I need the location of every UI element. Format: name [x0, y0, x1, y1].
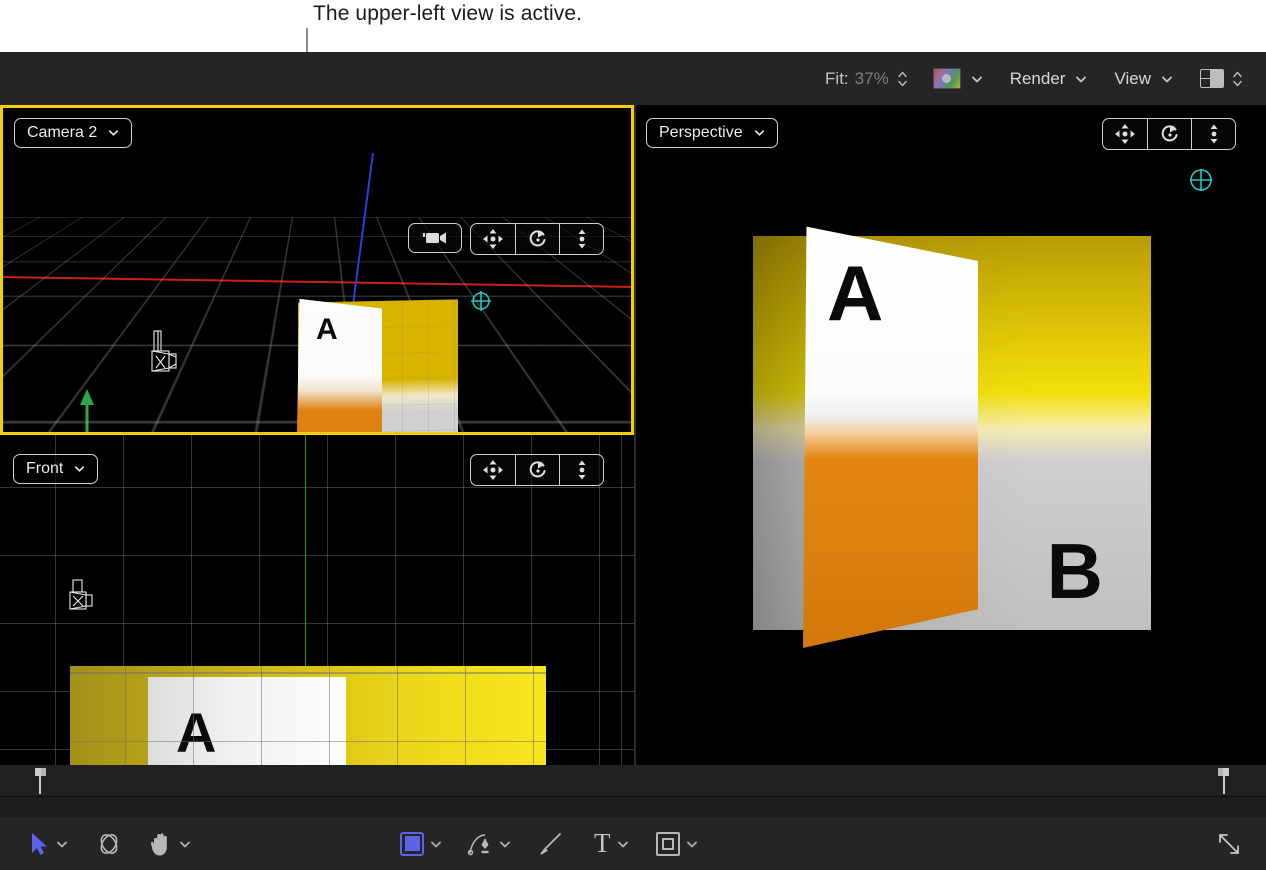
camera-wireframe-icon[interactable] — [66, 579, 96, 617]
front-view-label: Front — [26, 460, 63, 478]
bezier-pen-icon[interactable] — [467, 827, 493, 861]
dolly-tool-icon[interactable] — [559, 224, 603, 254]
3d-transform-icon[interactable] — [95, 827, 123, 861]
viewport-divider — [634, 105, 636, 765]
camera-wireframe-icon[interactable] — [148, 330, 180, 376]
plane-b-label: B — [420, 428, 442, 435]
shape-tool-chevron-down-icon[interactable] — [429, 837, 443, 851]
fit-control[interactable]: Fit: 37% — [825, 52, 909, 105]
rectangle-shape-icon[interactable] — [400, 832, 424, 856]
text-tool[interactable]: T — [594, 827, 611, 861]
text-tool-chevron-down-icon[interactable] — [616, 837, 630, 851]
dolly-tool-icon[interactable] — [559, 455, 603, 485]
pan-tool-icon[interactable] — [1103, 119, 1147, 149]
viewport-front[interactable]: A Front — [0, 435, 634, 765]
perspective-render-area: B A — [634, 105, 1266, 765]
view-menu[interactable]: View — [1114, 69, 1174, 89]
select-tool-chevron-down-icon[interactable] — [55, 837, 69, 851]
camera-2-navigation-tools[interactable] — [470, 223, 604, 255]
mask-tool-chevron-down-icon[interactable] — [685, 837, 699, 851]
axis-gizmo — [62, 383, 162, 435]
pan-tool-icon[interactable] — [471, 224, 515, 254]
rectangle-mask-icon[interactable] — [656, 832, 680, 856]
layout-stepper[interactable] — [1231, 66, 1244, 92]
background-color-control[interactable] — [909, 52, 984, 105]
camera-2-view-label: Camera 2 — [27, 124, 97, 142]
viewport-camera-2[interactable]: B A — [0, 105, 634, 435]
anchor-crosshair-icon[interactable] — [1188, 167, 1214, 193]
plane-a-label: A — [176, 705, 216, 761]
chevron-down-icon[interactable] — [73, 462, 87, 476]
perspective-view-label: Perspective — [659, 124, 743, 142]
camera-2-view-selector[interactable]: Camera 2 — [14, 118, 132, 148]
plane-a-label: A — [827, 254, 883, 332]
chevron-down-icon[interactable] — [1074, 72, 1088, 86]
camera-toggle-button[interactable] — [408, 223, 462, 253]
perspective-navigation-tools[interactable] — [1102, 118, 1236, 150]
plane-a-object[interactable]: A — [296, 295, 382, 435]
plane-b-label: B — [1047, 532, 1103, 610]
chevron-down-icon[interactable] — [753, 126, 767, 140]
top-toolbar: Fit: 37% Render View — [0, 52, 1266, 105]
split-layout-icon[interactable] — [1200, 69, 1224, 88]
in-point-marker-icon[interactable] — [34, 767, 48, 795]
viewport-container: B A — [0, 105, 1266, 765]
out-point-marker-icon[interactable] — [1216, 767, 1230, 795]
orbit-tool-icon[interactable] — [515, 455, 559, 485]
timeline-track[interactable] — [0, 765, 1266, 797]
chevron-down-icon[interactable] — [970, 72, 984, 86]
motion-3d-workspace: The upper-left view is active. Fit: 37% … — [0, 0, 1266, 870]
dolly-tool-icon[interactable] — [1191, 119, 1235, 149]
orbit-tool-icon[interactable] — [515, 224, 559, 254]
chevron-down-icon[interactable] — [1160, 72, 1174, 86]
fit-value: 37% — [855, 69, 889, 89]
paint-brush-icon[interactable] — [538, 827, 564, 861]
plane-a-object[interactable]: A — [148, 677, 346, 765]
camera-icon — [422, 230, 448, 246]
timeline-strip[interactable] — [0, 765, 1266, 817]
fit-label: Fit: — [825, 69, 849, 89]
render-menu-label: Render — [1010, 69, 1066, 89]
chevron-down-icon[interactable] — [107, 126, 121, 140]
render-menu[interactable]: Render — [1010, 69, 1089, 89]
front-navigation-tools[interactable] — [470, 454, 604, 486]
plane-a-label: A — [316, 313, 338, 347]
view-menu-label: View — [1114, 69, 1151, 89]
resize-diagonal-icon[interactable] — [1216, 827, 1242, 861]
viewport-perspective[interactable]: B A Perspective — [634, 105, 1266, 765]
perspective-view-selector[interactable]: Perspective — [646, 118, 778, 148]
callout-text: The upper-left view is active. — [313, 2, 582, 26]
pan-tool-icon[interactable] — [471, 455, 515, 485]
bottom-toolbar: T — [0, 817, 1266, 870]
color-gradient-swatch-icon[interactable] — [933, 68, 961, 89]
fit-stepper[interactable] — [896, 66, 909, 92]
orbit-tool-icon[interactable] — [1147, 119, 1191, 149]
hand-pan-icon[interactable] — [149, 827, 173, 861]
anchor-crosshair-icon[interactable] — [470, 290, 492, 312]
plane-a-object[interactable]: A — [803, 218, 978, 648]
pan-tool-chevron-down-icon[interactable] — [178, 837, 192, 851]
front-view-selector[interactable]: Front — [13, 454, 98, 484]
select-arrow-icon[interactable] — [30, 827, 50, 861]
bezier-tool-chevron-down-icon[interactable] — [498, 837, 512, 851]
